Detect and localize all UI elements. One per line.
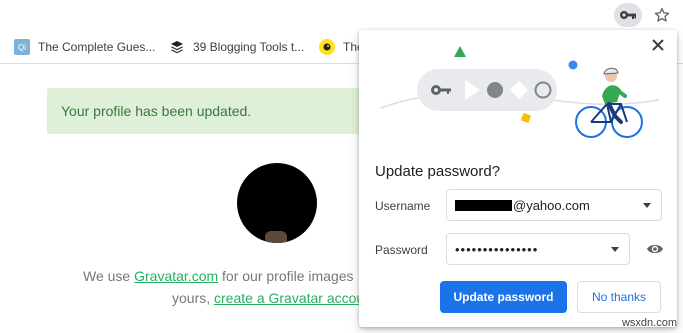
chevron-down-icon bbox=[611, 247, 619, 252]
username-label: Username bbox=[375, 199, 431, 213]
gravatar-text: We use bbox=[83, 268, 135, 284]
avatar-detail bbox=[265, 231, 287, 243]
qi-favicon-icon: Qi bbox=[14, 39, 30, 55]
update-password-button[interactable]: Update password bbox=[440, 281, 567, 313]
bookmark-label: The Complete Gues... bbox=[38, 40, 156, 54]
no-thanks-button[interactable]: No thanks bbox=[577, 281, 661, 313]
create-gravatar-link[interactable]: create a Gravatar accou bbox=[214, 290, 364, 306]
eye-icon bbox=[647, 244, 663, 254]
watermark: wsxdn.com bbox=[621, 317, 677, 329]
password-label: Password bbox=[375, 243, 428, 257]
close-icon bbox=[652, 39, 664, 51]
profile-avatar bbox=[237, 163, 317, 243]
update-password-dialog: Update password? Username @yahoo.com Pas… bbox=[359, 30, 677, 327]
bookmark-label: 39 Blogging Tools t... bbox=[193, 40, 305, 54]
username-select[interactable]: @yahoo.com bbox=[446, 189, 662, 221]
buffer-favicon-icon bbox=[169, 39, 185, 55]
gravatar-text: for our profile images bbox=[218, 268, 354, 284]
bookmark-item[interactable]: 39 Blogging Tools t... bbox=[169, 30, 304, 64]
gravatar-notice-line2: yours, create a Gravatar accou bbox=[172, 290, 364, 306]
show-password-button[interactable] bbox=[645, 241, 665, 257]
dialog-title: Update password? bbox=[375, 163, 501, 180]
redacted-username bbox=[455, 199, 512, 211]
username-value: @yahoo.com bbox=[513, 197, 590, 213]
bookmark-star-button[interactable] bbox=[648, 3, 676, 27]
gravatar-notice: We use Gravatar.com for our profile imag… bbox=[83, 268, 354, 284]
gravatar-link[interactable]: Gravatar.com bbox=[134, 268, 218, 284]
star-icon bbox=[654, 7, 670, 22]
close-dialog-button[interactable] bbox=[649, 36, 667, 54]
key-icon bbox=[620, 11, 636, 19]
bookmark-item[interactable]: Qi The Complete Gues... bbox=[14, 30, 155, 64]
password-key-button[interactable] bbox=[614, 3, 642, 27]
gravatar-text: yours, bbox=[172, 290, 215, 306]
browser-toolbar bbox=[0, 0, 683, 30]
chevron-down-icon bbox=[643, 203, 651, 208]
password-value: ••••••••••••••• bbox=[455, 241, 539, 257]
password-select[interactable]: ••••••••••••••• bbox=[446, 233, 630, 265]
mailchimp-favicon-icon bbox=[319, 39, 335, 55]
password-illustration bbox=[380, 46, 660, 138]
bookmark-item[interactable]: The bbox=[319, 30, 364, 64]
